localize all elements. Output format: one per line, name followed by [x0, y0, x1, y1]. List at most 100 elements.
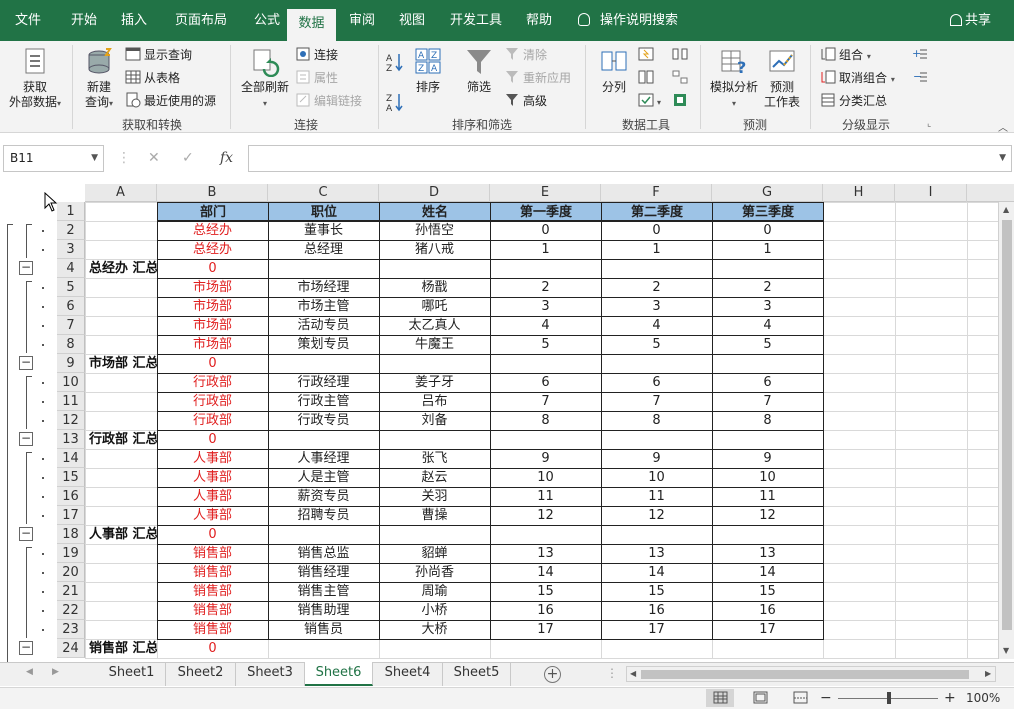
table-cell[interactable]: 6: [601, 373, 712, 392]
row-header[interactable]: 20: [57, 563, 85, 582]
table-cell[interactable]: 销售部: [157, 620, 268, 639]
table-cell[interactable]: 9: [601, 449, 712, 468]
table-cell[interactable]: 7: [601, 392, 712, 411]
row-header[interactable]: 21: [57, 582, 85, 601]
table-cell[interactable]: 13: [712, 544, 823, 563]
table-cell[interactable]: 1: [490, 240, 601, 259]
row-header[interactable]: 9: [57, 354, 85, 373]
clear-filter-button[interactable]: 清除: [504, 46, 547, 63]
share-button[interactable]: 共享: [950, 0, 991, 41]
table-cell[interactable]: 3: [601, 297, 712, 316]
table-cell[interactable]: 0: [490, 221, 601, 240]
table-header-cell[interactable]: 姓名: [379, 202, 491, 221]
table-cell[interactable]: 0: [601, 221, 712, 240]
table-cell[interactable]: 赵云: [379, 468, 490, 487]
subtotal-button[interactable]: 分类汇总: [820, 92, 887, 109]
row-header[interactable]: 10: [57, 373, 85, 392]
table-cell[interactable]: 董事长: [268, 221, 379, 240]
horizontal-scrollbar[interactable]: ◀ ▶: [626, 666, 996, 682]
table-header-cell[interactable]: 职位: [268, 202, 380, 221]
prev-sheet-icon[interactable]: ◀: [26, 667, 33, 677]
row-header[interactable]: 13: [57, 430, 85, 449]
column-header[interactable]: F: [601, 184, 712, 202]
filter-button[interactable]: 筛选: [458, 47, 500, 95]
menu-tab[interactable]: 数据: [287, 9, 336, 41]
sheet-tab[interactable]: Sheet2: [166, 662, 236, 686]
table-cell[interactable]: 貂蝉: [379, 544, 490, 563]
group-button[interactable]: 组合 ▾: [820, 46, 871, 63]
table-cell[interactable]: 行政部: [157, 373, 268, 392]
data-validation-button[interactable]: ▾: [638, 92, 661, 108]
reapply-button[interactable]: 重新应用: [504, 69, 571, 86]
row-header[interactable]: 24: [57, 639, 85, 658]
collapse-group-button[interactable]: −: [19, 261, 33, 275]
row-header[interactable]: 7: [57, 316, 85, 335]
column-header[interactable]: G: [712, 184, 823, 202]
manage-data-model-button[interactable]: [672, 92, 691, 108]
row-header[interactable]: 5: [57, 278, 85, 297]
subtotal-value[interactable]: 0: [157, 639, 268, 658]
table-cell[interactable]: 姜子牙: [379, 373, 490, 392]
table-cell[interactable]: 活动专员: [268, 316, 379, 335]
scroll-right-icon[interactable]: ▶: [985, 669, 991, 678]
table-cell[interactable]: 5: [712, 335, 823, 354]
table-header-cell[interactable]: 第二季度: [601, 202, 713, 221]
zoom-level[interactable]: 100%: [966, 687, 1000, 709]
table-cell[interactable]: 3: [712, 297, 823, 316]
table-cell[interactable]: 销售总监: [268, 544, 379, 563]
table-cell[interactable]: 8: [712, 411, 823, 430]
flash-fill-button[interactable]: [638, 46, 657, 62]
forecast-sheet-button[interactable]: 预测 工作表: [762, 47, 802, 110]
menu-tab[interactable]: 文件: [2, 0, 54, 41]
table-cell[interactable]: 2: [490, 278, 601, 297]
table-cell[interactable]: 13: [601, 544, 712, 563]
table-cell[interactable]: 人事部: [157, 468, 268, 487]
row-header[interactable]: 12: [57, 411, 85, 430]
row-header[interactable]: 17: [57, 506, 85, 525]
table-cell[interactable]: 14: [490, 563, 601, 582]
subtotal-value[interactable]: 0: [157, 525, 268, 544]
row-header[interactable]: 6: [57, 297, 85, 316]
table-cell[interactable]: 大桥: [379, 620, 490, 639]
table-cell[interactable]: 张飞: [379, 449, 490, 468]
sort-button[interactable]: A Z Z A 排序: [410, 47, 446, 95]
column-header[interactable]: E: [490, 184, 601, 202]
table-cell[interactable]: 刘备: [379, 411, 490, 430]
table-cell[interactable]: 人是主管: [268, 468, 379, 487]
table-cell[interactable]: 11: [601, 487, 712, 506]
tell-me-search[interactable]: 操作说明搜索: [578, 0, 678, 41]
sort-ascending-button[interactable]: AZ: [386, 51, 404, 76]
table-cell[interactable]: 销售部: [157, 601, 268, 620]
collapse-group-button[interactable]: −: [19, 356, 33, 370]
consolidate-button[interactable]: [672, 46, 691, 62]
table-cell[interactable]: 人事部: [157, 449, 268, 468]
expand-formula-icon[interactable]: ▼: [999, 153, 1006, 163]
table-header-cell[interactable]: 第三季度: [712, 202, 824, 221]
table-cell[interactable]: 9: [712, 449, 823, 468]
table-cell[interactable]: 人事部: [157, 487, 268, 506]
table-cell[interactable]: 9: [490, 449, 601, 468]
table-cell[interactable]: 行政经理: [268, 373, 379, 392]
table-cell[interactable]: 人事部: [157, 506, 268, 525]
collapse-group-button[interactable]: −: [19, 527, 33, 541]
row-header[interactable]: 3: [57, 240, 85, 259]
table-cell[interactable]: 10: [712, 468, 823, 487]
table-cell[interactable]: 17: [601, 620, 712, 639]
table-cell[interactable]: 孙悟空: [379, 221, 490, 240]
table-cell[interactable]: 4: [712, 316, 823, 335]
table-cell[interactable]: 牛魔王: [379, 335, 490, 354]
table-cell[interactable]: 猪八戒: [379, 240, 490, 259]
menu-tab[interactable]: 页面布局: [160, 0, 242, 41]
table-cell[interactable]: 0: [712, 221, 823, 240]
text-to-columns-button[interactable]: 分列: [594, 47, 634, 95]
row-header[interactable]: 15: [57, 468, 85, 487]
sheet-tab[interactable]: Sheet4: [373, 662, 443, 686]
table-cell[interactable]: 16: [712, 601, 823, 620]
table-cell[interactable]: 6: [712, 373, 823, 392]
formula-input[interactable]: ▼: [248, 145, 1012, 172]
table-cell[interactable]: 2: [601, 278, 712, 297]
more-sheets-icon[interactable]: ⋮: [606, 666, 618, 680]
table-cell[interactable]: 行政专员: [268, 411, 379, 430]
table-cell[interactable]: 16: [601, 601, 712, 620]
table-cell[interactable]: 市场部: [157, 278, 268, 297]
